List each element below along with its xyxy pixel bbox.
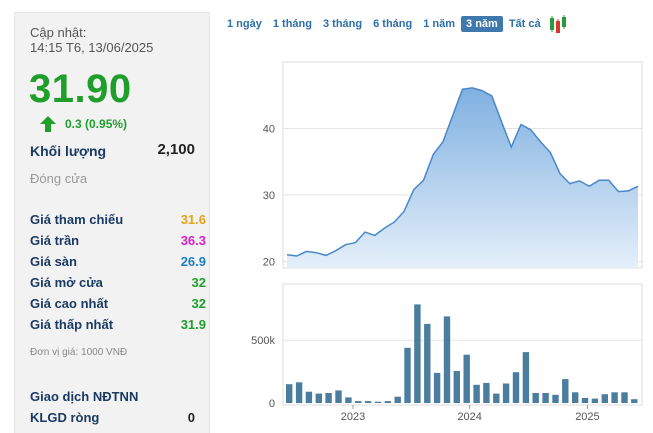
volume-bar [581,398,589,403]
x-tick-label: 2024 [457,411,481,420]
price-stat-value: 26.9 [180,254,206,269]
price-tick-label: 30 [263,190,275,202]
volume-bar [611,392,618,403]
updated-time: 14:15 T6, 13/06/2025 [30,40,154,55]
volume-bar [305,391,313,403]
price-stat-row: Giá trần 36.3 [30,230,206,251]
price-stat-value: 36.3 [180,233,206,248]
volume-value: 2,100 [157,141,195,158]
volume-bar [572,392,579,403]
up-arrow-icon [40,116,56,132]
price-stat-value: 31.9 [180,317,206,332]
price-stat-row: Giá mở cửa 32 [30,272,206,293]
stock-info-panel: Cập nhật: 14:15 T6, 13/06/2025 31.90 0.3… [14,12,210,433]
range-tab[interactable]: 3 tháng [318,16,367,32]
volume-bar [522,352,530,403]
price-stat-label: Giá cao nhất [30,296,109,311]
volume-bar [591,398,599,403]
volume-bar [443,316,451,403]
range-tab[interactable]: Tất cả [504,16,546,32]
net-volume-value: 0 [187,410,195,425]
range-tab[interactable]: 1 ngày [222,16,267,32]
volume-bar [601,394,608,403]
volume-bar [463,354,470,403]
volume-bar [374,401,382,403]
volume-bar [562,379,569,403]
volume-bar [483,382,490,403]
price-stat-row: Giá cao nhất 32 [30,293,206,314]
volume-bar [542,393,549,403]
price-tick-label: 20 [263,256,275,268]
unit-note: Đơn vị giá: 1000 VNĐ [30,347,128,358]
price-stat-row: Giá sàn 26.9 [30,251,206,272]
volume-plot-area [282,283,643,406]
price-stat-row: Giá thấp nhất 31.9 [30,314,206,335]
price-stat-value: 32 [191,275,206,290]
volume-bar [631,399,638,403]
volume-bar [315,393,322,403]
volume-tick-label: 0 [269,398,275,410]
price-volume-chart: 20 30 40 0 500k 2023 2024 2025 [251,61,643,420]
candlestick-icon[interactable] [548,15,568,33]
volume-bar [552,394,559,403]
foreign-trading-label: Giao dịch NĐTNN [30,389,139,404]
price-stats-list: Giá tham chiếu 31.6 Giá trần 36.3 Giá sàn 26.… [30,209,206,335]
price-stat-label: Giá trần [30,233,80,248]
volume-bar [424,323,431,403]
range-tab[interactable]: 6 tháng [368,16,417,32]
price-tick-label: 40 [263,123,275,135]
price-change: 0.3 (0.95%) [65,117,128,131]
current-price: 31.90 [29,67,132,111]
price-stat-row: Giá tham chiếu 31.6 [30,209,206,230]
price-stat-value: 32 [191,296,206,311]
volume-bar [621,392,628,403]
volume-bar [453,371,460,403]
price-stat-label: Giá mở cửa [30,275,103,290]
volume-bar [404,347,411,403]
price-stat-value: 31.6 [180,212,206,227]
price-change-row: 0.3 (0.95%) [39,115,127,133]
closed-status: Đóng cửa [30,171,88,186]
volume-bar [414,304,421,403]
volume-bar [355,401,362,403]
range-tab[interactable]: 1 tháng [268,16,317,32]
price-stat-label: Giá thấp nhất [30,317,114,332]
range-tabs: 1 ngày 1 tháng 3 tháng 6 tháng 1 năm 3 năm Tất… [222,15,568,33]
volume-bar [532,393,539,403]
volume-bar [433,372,441,403]
net-volume-label: KLGD ròng [30,410,100,425]
volume-bar [493,393,500,403]
x-tick-label: 2023 [341,411,365,420]
volume-bar [335,390,342,403]
volume-bar [384,401,391,403]
volume-bar [286,384,293,403]
price-stat-label: Giá sàn [30,254,77,269]
volume-bar [295,382,303,403]
range-tab[interactable]: 3 năm [461,16,503,32]
x-tick-label: 2025 [575,411,599,420]
volume-bar [325,393,332,403]
price-stat-label: Giá tham chiếu [30,212,124,227]
volume-label: Khối lượng [30,143,107,159]
volume-tick-label: 500k [251,335,275,347]
volume-bar [502,383,510,403]
volume-bar [394,396,401,403]
volume-bar [364,401,372,403]
range-tab[interactable]: 1 năm [418,16,460,32]
volume-bar [345,397,352,403]
updated-label: Cập nhật: [30,25,87,40]
volume-bar [473,384,480,403]
volume-bar [512,372,520,403]
